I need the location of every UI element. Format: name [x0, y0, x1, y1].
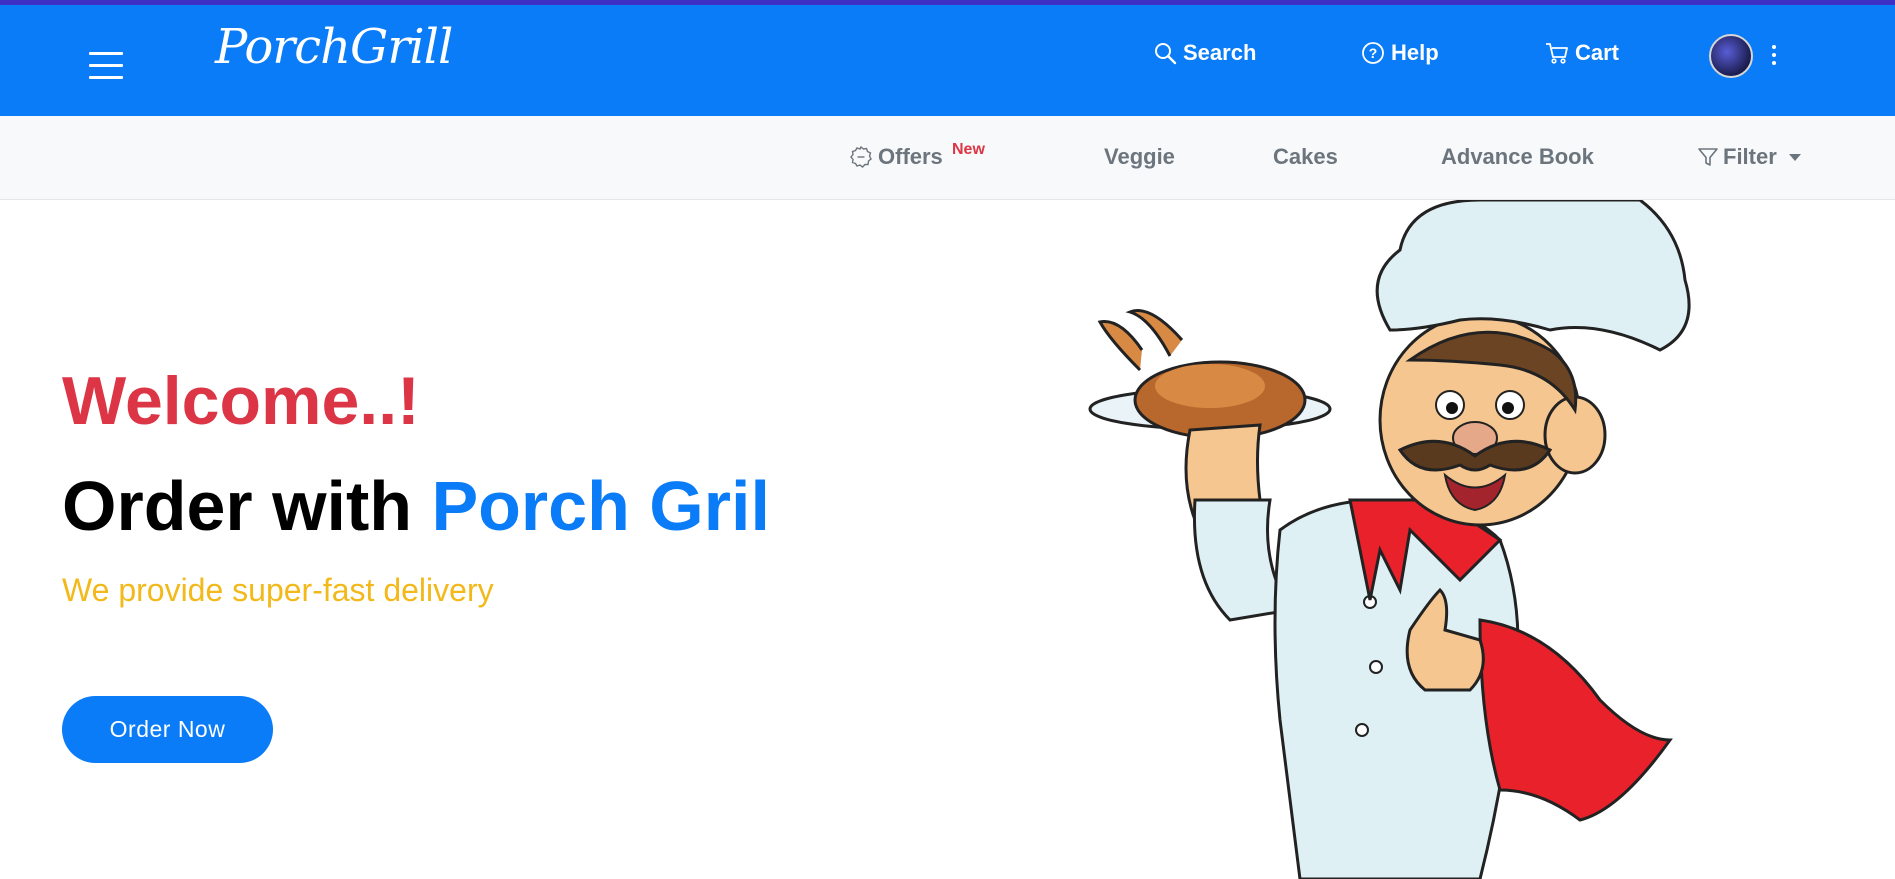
help-label: Help	[1391, 40, 1439, 65]
welcome-heading: Welcome..!	[62, 363, 420, 439]
cakes-link[interactable]: Cakes	[1273, 144, 1338, 170]
svg-text:?: ?	[1369, 45, 1378, 61]
chef-illustration	[1088, 200, 1691, 879]
discount-icon	[850, 146, 872, 168]
question-circle-icon: ?	[1362, 42, 1384, 64]
order-now-button[interactable]: Order Now	[62, 696, 273, 763]
user-avatar[interactable]	[1709, 34, 1753, 78]
cart-label: Cart	[1575, 40, 1620, 65]
search-label: Search	[1183, 40, 1257, 65]
funnel-icon	[1698, 148, 1718, 166]
veggie-link[interactable]: Veggie	[1104, 144, 1175, 170]
filter-dropdown[interactable]: Filter	[1697, 144, 1801, 170]
hero-title-accent: Porch Gril	[431, 467, 770, 545]
caret-down-icon	[1788, 153, 1801, 161]
search-link[interactable]: Search	[1153, 35, 1256, 71]
hero-title: Order with Porch Gril	[62, 466, 770, 546]
hamburger-icon[interactable]	[89, 49, 124, 81]
cart-icon	[1546, 43, 1568, 64]
new-badge: New	[952, 141, 985, 158]
hero-subtitle: We provide super-fast delivery	[62, 572, 494, 608]
offers-label: Offers	[878, 144, 943, 169]
advance-book-link[interactable]: Advance Book	[1441, 144, 1594, 170]
kebab-icon[interactable]	[1769, 45, 1779, 69]
hero-title-prefix: Order with	[62, 467, 432, 545]
main-navbar: PorchGrill Search ? Help Cart	[0, 5, 1895, 116]
category-subnav: Offers Veggie Cakes Advance Book Filter	[0, 116, 1895, 200]
filter-label: Filter	[1723, 144, 1777, 169]
brand-logo[interactable]: PorchGrill	[215, 19, 453, 75]
cart-link[interactable]: Cart	[1545, 35, 1619, 71]
help-link[interactable]: ? Help	[1361, 35, 1439, 71]
search-icon	[1155, 43, 1177, 65]
offers-link[interactable]: Offers	[850, 144, 943, 170]
